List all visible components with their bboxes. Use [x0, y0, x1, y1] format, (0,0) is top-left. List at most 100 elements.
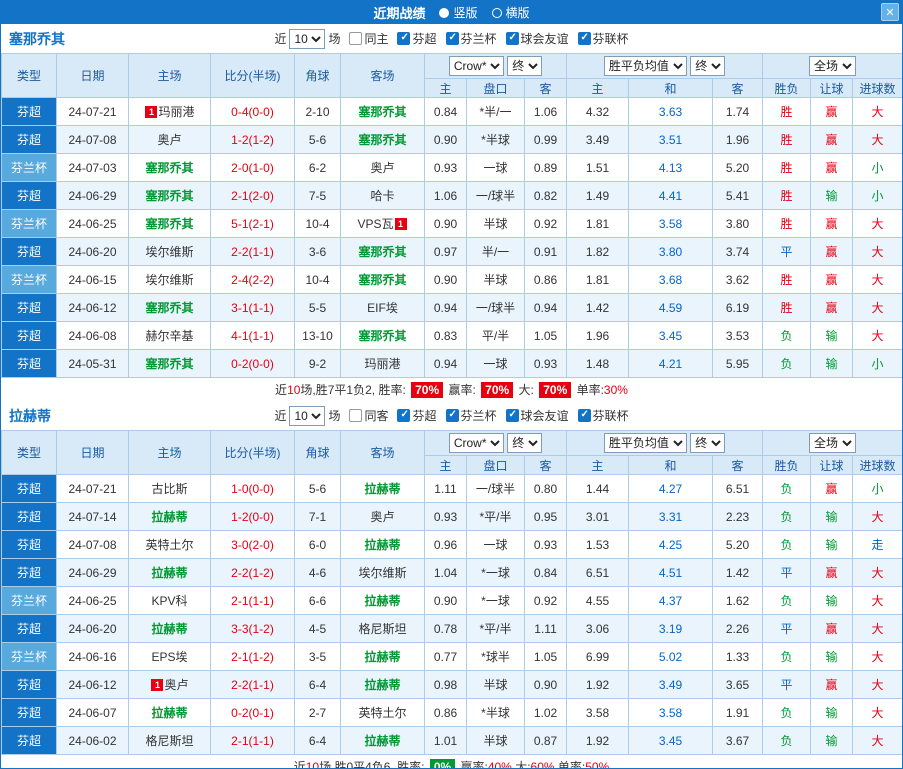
col-odds-away: 客: [523, 78, 568, 98]
team-name-text: 奥卢: [370, 161, 395, 175]
corner-cell: 5-5: [294, 293, 341, 322]
result-cell: 胜: [762, 125, 812, 154]
summary-segment: 单率:: [554, 760, 586, 769]
layout-horizontal-option[interactable]: 横版: [491, 4, 530, 21]
goals-result-cell: 大: [852, 209, 902, 238]
scope-select[interactable]: 全场: [809, 433, 857, 453]
score-cell: 2-2(1-1): [210, 670, 295, 699]
summary-segment: 近: [293, 760, 306, 769]
league-cell: 芬超: [1, 726, 57, 755]
league-filter-label: 芬联杯: [592, 409, 629, 423]
avg-draw-cell: 3.45: [628, 726, 714, 755]
avg-draw-cell: 3.31: [628, 502, 714, 531]
league-cell: 芬超: [1, 293, 57, 322]
avg-type-select[interactable]: 胜平负均值: [603, 56, 687, 76]
handicap-cell: 一球: [466, 349, 525, 378]
avg-away-cell: 3.65: [712, 670, 764, 699]
horizontal-option-label: 横版: [505, 6, 530, 20]
match-row: 芬超 24-07-08 英特土尔 3-0(2-0) 6-0 拉赫蒂 0.96 一球 0.93 1.…: [1, 530, 902, 559]
venue-filter-checkbox[interactable]: 同主: [349, 30, 388, 47]
league-filter-friendly[interactable]: 球会友谊: [505, 30, 569, 47]
recent-count-select[interactable]: 10: [289, 28, 326, 49]
home-team-cell: 拉赫蒂: [128, 558, 211, 587]
avg-type-select[interactable]: 胜平负均值: [603, 433, 687, 453]
league-filter-finland-super[interactable]: 芬超: [397, 407, 437, 424]
close-button[interactable]: ✕: [881, 3, 899, 21]
result-cell: 平: [762, 614, 812, 643]
away-team-cell: 拉赫蒂: [340, 726, 425, 755]
col-away: 客场: [340, 430, 425, 475]
handicap-cell: *平/半: [466, 614, 525, 643]
home-team-cell: 塞那乔其: [128, 153, 211, 182]
score-cell: 3-0(2-0): [210, 530, 295, 559]
col-type: 类型: [1, 53, 57, 98]
home-odds-cell: 0.78: [424, 614, 467, 643]
avg-stage-select[interactable]: 终: [690, 56, 726, 76]
home-odds-cell: 0.93: [424, 153, 467, 182]
avg-away-cell: 6.19: [712, 293, 764, 322]
avg-draw-cell: 3.80: [628, 237, 714, 266]
corner-cell: 6-4: [294, 670, 341, 699]
handicap-cell: 一球: [466, 153, 525, 182]
recent-count-select[interactable]: 10: [289, 405, 326, 426]
match-row: 芬兰杯 24-06-25 塞那乔其 5-1(2-1) 10-4 VPS瓦 1 0.90 半球 0.…: [1, 209, 902, 238]
home-odds-cell: 0.98: [424, 670, 467, 699]
col-odds-home: 主: [424, 78, 467, 98]
team-name-text: 拉赫蒂: [151, 706, 188, 720]
league-cell: 芬超: [1, 502, 57, 531]
col-handicap: 盘口: [466, 78, 525, 98]
goals-result-cell: 大: [852, 558, 902, 587]
home-team-cell: 奥卢: [128, 125, 211, 154]
league-cell: 芬兰杯: [1, 586, 57, 615]
col-goals: 进球数: [852, 455, 902, 475]
avg-odds-header: 胜平负均值 终: [566, 53, 764, 79]
venue-filter-checkbox[interactable]: 同客: [349, 407, 388, 424]
team-name-text: 拉赫蒂: [364, 594, 401, 608]
odds-stage-select[interactable]: 终: [507, 56, 543, 76]
odds-stage-select[interactable]: 终: [507, 433, 543, 453]
date-cell: 24-07-03: [56, 153, 129, 182]
handicap-cell: 半球: [466, 670, 525, 699]
result-cell: 胜: [762, 97, 812, 126]
league-filter-finland-super[interactable]: 芬超: [397, 30, 437, 47]
score-cell: 3-3(1-2): [210, 614, 295, 643]
league-filter-label: 球会友谊: [520, 32, 569, 46]
home-team-cell: 塞那乔其: [128, 293, 211, 322]
league-filter-finland-league-cup[interactable]: 芬联杯: [577, 407, 629, 424]
handicap-result-cell: 输: [810, 181, 854, 210]
match-row: 芬超 24-07-14 拉赫蒂 1-2(0-0) 7-1 奥卢 0.93 *平/半 0.95 3.…: [1, 502, 902, 531]
avg-stage-select[interactable]: 终: [690, 433, 726, 453]
away-odds-cell: 0.99: [523, 125, 568, 154]
away-odds-cell: 1.02: [523, 698, 568, 727]
handicap-cell: 半球: [466, 209, 525, 238]
away-team-cell: 埃尔维斯: [340, 558, 425, 587]
away-team-cell: VPS瓦 1: [340, 209, 425, 238]
vertical-option-label: 竖版: [453, 6, 478, 20]
odds-company-select[interactable]: Crow*: [448, 56, 504, 76]
summary-segment: 单率:: [573, 383, 604, 397]
match-row: 芬超 24-06-29 塞那乔其 2-1(2-0) 7-5 哈卡 1.06 一/球半 0.82 1…: [1, 181, 902, 210]
team-name-text: 哈卡: [370, 189, 395, 203]
handicap-result-cell: 输: [810, 642, 854, 671]
league-filter-finland-cup[interactable]: 芬兰杯: [445, 30, 497, 47]
team-name-text: 拉赫蒂: [364, 650, 401, 664]
team-name-text: 拉赫蒂: [364, 734, 401, 748]
odds-company-select[interactable]: Crow*: [448, 433, 504, 453]
avg-home-cell: 3.49: [566, 125, 630, 154]
league-filter-friendly[interactable]: 球会友谊: [505, 407, 569, 424]
home-odds-cell: 0.77: [424, 642, 467, 671]
table-header-row: 类型 日期 主场 比分(半场) 角球 客场 Crow* 终 胜平负均值 终 全场: [1, 430, 902, 475]
layout-vertical-option[interactable]: 竖版: [439, 4, 478, 21]
col-score: 比分(半场): [210, 53, 295, 98]
team-name-text: 拉赫蒂: [364, 538, 401, 552]
scope-select[interactable]: 全场: [809, 56, 857, 76]
league-filter-finland-league-cup[interactable]: 芬联杯: [577, 30, 629, 47]
avg-away-cell: 3.53: [712, 321, 764, 350]
summary-segment: 大:: [511, 760, 531, 769]
goals-result-cell: 大: [852, 670, 902, 699]
avg-draw-cell: 3.68: [628, 265, 714, 294]
league-filter-finland-cup[interactable]: 芬兰杯: [445, 407, 497, 424]
result-cell: 胜: [762, 209, 812, 238]
rate-badge: 70%: [481, 381, 514, 398]
goals-result-cell: 大: [852, 642, 902, 671]
